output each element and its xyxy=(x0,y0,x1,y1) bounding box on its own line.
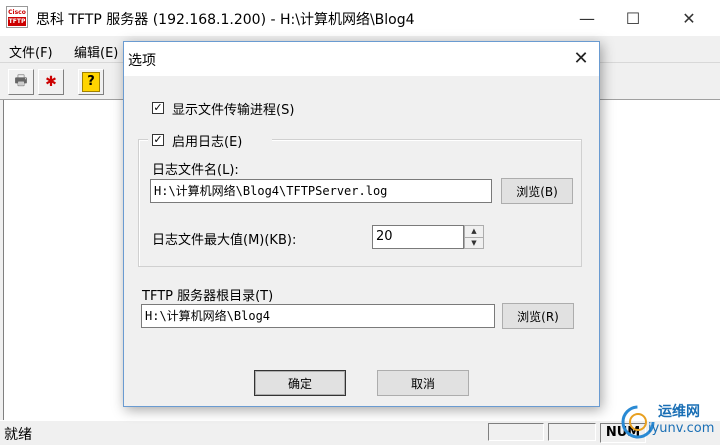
window-title: 思科 TFTP 服务器 (192.168.1.200) - H:\计算机网络\B… xyxy=(36,12,415,28)
log-file-label: 日志文件名(L): xyxy=(152,163,239,178)
icon-bottom-text: TFTP xyxy=(8,17,26,26)
spin-down-icon[interactable]: ▼ xyxy=(465,238,483,249)
log-max-size-spinner[interactable]: ▲ ▼ xyxy=(464,225,484,249)
log-max-size-field[interactable]: 20 xyxy=(372,225,464,249)
printer-icon[interactable]: 🖶 xyxy=(8,69,34,95)
root-dir-label: TFTP 服务器根目录(T) xyxy=(142,289,274,304)
dialog-titlebar xyxy=(124,42,599,76)
help-icon-glyph: ? xyxy=(82,72,100,92)
log-file-field[interactable]: H:\计算机网络\Blog4\TFTPServer.log xyxy=(150,179,492,203)
menu-file[interactable]: 文件(F) xyxy=(9,42,53,61)
maximize-button[interactable]: ☐ xyxy=(610,0,656,36)
spin-up-icon[interactable]: ▲ xyxy=(465,226,483,238)
options-dialog: 选项 ✕ ✓ 显示文件传输进程(S) ✓ 启用日志(E) 日志文件名(L): H… xyxy=(123,41,600,407)
root-dir-field[interactable]: H:\计算机网络\Blog4 xyxy=(141,304,495,328)
browse-root-button[interactable]: 浏览(R) xyxy=(502,303,574,329)
ok-button[interactable]: 确定 xyxy=(254,370,346,396)
options-icon[interactable]: ✱ xyxy=(38,69,64,95)
enable-log-label[interactable]: 启用日志(E) xyxy=(172,131,242,150)
cisco-app-icon: Cisco TFTP xyxy=(6,6,28,28)
menu-edit[interactable]: 编辑(E) xyxy=(74,42,118,61)
browse-log-button[interactable]: 浏览(B) xyxy=(501,178,573,204)
window-close-button[interactable]: ✕ xyxy=(666,0,712,36)
show-progress-label[interactable]: 显示文件传输进程(S) xyxy=(172,99,294,118)
status-panel xyxy=(488,423,544,441)
status-text: 就绪 xyxy=(4,427,32,443)
log-area-border xyxy=(0,100,4,420)
watermark-name: 运维网 xyxy=(658,404,700,420)
icon-top-text: Cisco xyxy=(8,8,26,17)
dialog-title: 选项 xyxy=(128,53,156,69)
minimize-button[interactable]: — xyxy=(564,0,610,36)
enable-log-checkbox[interactable]: ✓ xyxy=(152,134,164,146)
status-panel xyxy=(548,423,596,441)
dialog-close-button[interactable]: ✕ xyxy=(564,42,598,74)
help-icon[interactable]: ? xyxy=(78,69,104,95)
cancel-button[interactable]: 取消 xyxy=(377,370,469,396)
show-progress-checkbox[interactable]: ✓ xyxy=(152,102,164,114)
watermark-url: iyunv.com xyxy=(648,421,715,436)
log-max-size-label: 日志文件最大值(M)(KB): xyxy=(152,233,297,248)
